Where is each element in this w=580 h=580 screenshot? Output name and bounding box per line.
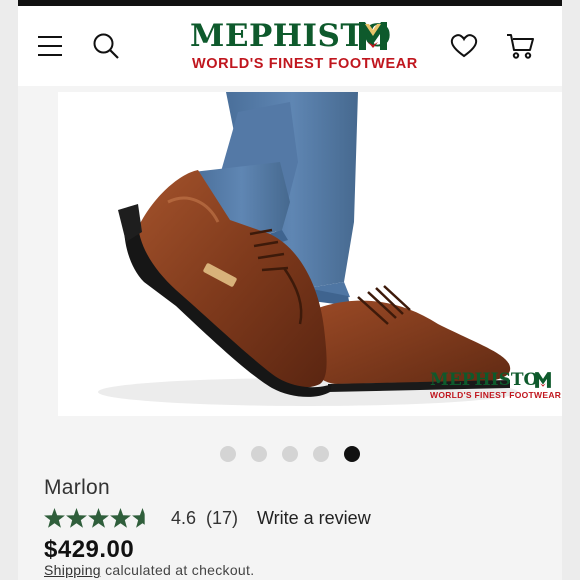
brand-m-emblem-icon xyxy=(359,22,387,50)
image-brand-logo: MEPHISTO WORLD'S FINEST FOOTWEAR xyxy=(430,370,561,406)
menu-button[interactable] xyxy=(32,28,68,64)
write-review-link[interactable]: Write a review xyxy=(257,508,371,529)
image-brand-m-emblem-icon xyxy=(535,372,551,388)
search-button[interactable] xyxy=(88,28,124,64)
carousel-dot-4[interactable] xyxy=(313,446,329,462)
image-brand-tagline: WORLD'S FINEST FOOTWEAR xyxy=(430,390,562,400)
star-icon xyxy=(44,508,65,528)
cart-button[interactable] xyxy=(502,28,538,64)
rating-value: 4.6 xyxy=(171,508,197,528)
wishlist-button[interactable] xyxy=(446,28,482,64)
carousel-dot-5[interactable] xyxy=(344,446,360,462)
product-name: Marlon xyxy=(44,476,110,499)
shoe-photo xyxy=(98,92,518,406)
carousel-dots xyxy=(18,446,562,462)
brand-tagline: WORLD'S FINEST FOOTWEAR xyxy=(192,56,418,72)
star-icon xyxy=(110,508,131,528)
carousel-dot-1[interactable] xyxy=(220,446,236,462)
brand-logo[interactable]: MEPHISTO WORLD'S FINEST FOOTWEAR xyxy=(190,18,417,78)
partial-star-icon xyxy=(132,508,145,528)
menu-icon xyxy=(38,36,62,56)
heart-icon xyxy=(450,34,478,58)
shipping-text: calculated at checkout. xyxy=(100,562,255,578)
star-icon xyxy=(88,508,109,528)
review-count[interactable]: (17) xyxy=(206,508,238,529)
shipping-note: Shipping calculated at checkout. xyxy=(44,562,254,578)
carousel-dot-2[interactable] xyxy=(251,446,267,462)
rating-stars[interactable] xyxy=(44,508,153,528)
image-brand-name: MEPHISTO xyxy=(430,370,539,390)
carousel-dot-3[interactable] xyxy=(282,446,298,462)
cart-icon xyxy=(507,34,534,59)
shipping-link[interactable]: Shipping xyxy=(44,562,101,578)
search-icon xyxy=(93,33,119,59)
star-icon xyxy=(66,508,87,528)
site-header: MEPHISTO WORLD'S FINEST FOOTWEAR xyxy=(18,6,562,86)
product-image[interactable]: MEPHISTO WORLD'S FINEST FOOTWEAR xyxy=(58,92,562,416)
product-price: $429.00 xyxy=(44,536,135,563)
product-page: MEPHISTO WORLD'S FINEST FOOTWEAR MEPHIST… xyxy=(18,0,562,580)
